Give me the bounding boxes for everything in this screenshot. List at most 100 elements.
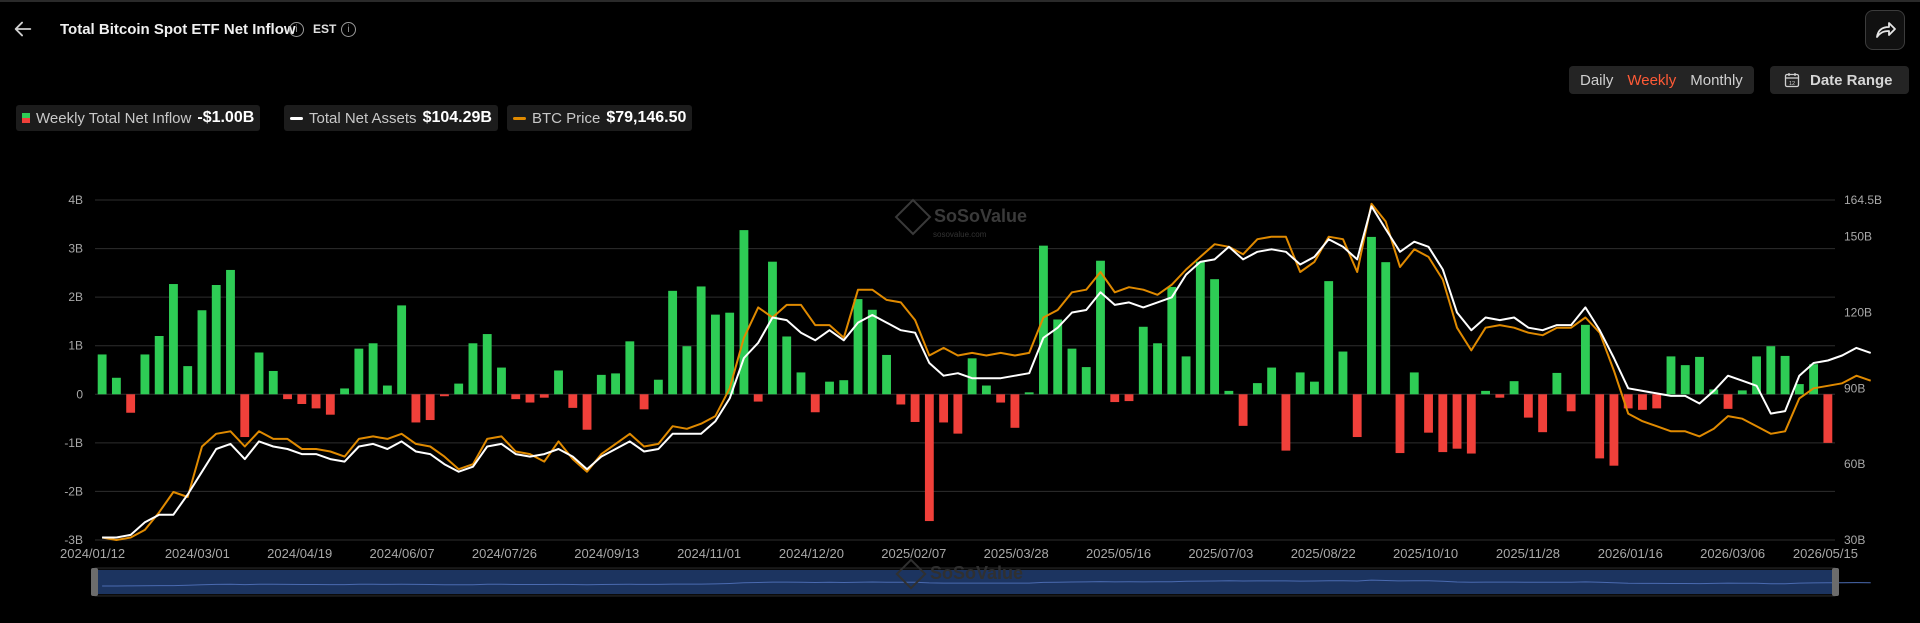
period-monthly[interactable]: Monthly xyxy=(1683,72,1750,89)
inflow-bar xyxy=(411,394,421,423)
inflow-bar xyxy=(839,380,849,395)
inflow-bar xyxy=(753,394,763,402)
info-icon[interactable]: i xyxy=(289,22,304,37)
inflow-bar xyxy=(625,341,635,395)
inflow-bar xyxy=(539,394,549,398)
inflow-bar xyxy=(1609,394,1619,466)
y-left-tick-label: -2B xyxy=(64,484,83,498)
inflow-bar xyxy=(197,310,207,395)
inflow-bar xyxy=(668,290,678,395)
inflow-bar xyxy=(425,394,435,421)
inflow-bar xyxy=(882,354,891,395)
inflow-bar xyxy=(1666,356,1676,395)
inflow-bar xyxy=(1395,394,1405,454)
inflow-bar xyxy=(97,354,107,395)
inflow-bar xyxy=(1523,394,1533,418)
top-border xyxy=(0,0,1920,2)
y-right-tick-label: 164.5B xyxy=(1844,193,1882,207)
inflow-bar xyxy=(340,388,350,395)
navigator-handle-right[interactable] xyxy=(1832,568,1839,596)
inflow-bar xyxy=(1338,351,1348,395)
inflow-bar xyxy=(1737,390,1747,395)
inflow-bar xyxy=(1167,286,1177,395)
inflow-bar xyxy=(1424,394,1433,433)
inflow-bar xyxy=(1310,381,1319,395)
x-tick-label: 2024/11/01 xyxy=(677,546,741,561)
inflow-bar xyxy=(1181,356,1191,395)
inflow-bar xyxy=(1281,394,1291,451)
legend-name: BTC Price xyxy=(532,109,601,127)
inflow-bar xyxy=(226,269,235,395)
inflow-bar xyxy=(1780,355,1790,395)
period-daily[interactable]: Daily xyxy=(1573,72,1620,89)
inflow-bar xyxy=(682,346,692,395)
watermark-text: SoSoValue xyxy=(934,205,1028,226)
legend-btc-price[interactable]: BTC Price $79,146.50 xyxy=(507,105,693,131)
inflow-bar xyxy=(397,305,407,395)
x-tick-label: 2025/11/28 xyxy=(1496,546,1560,561)
inflow-bar xyxy=(283,394,292,400)
inflow-bar xyxy=(154,336,164,395)
x-tick-label: 2025/08/22 xyxy=(1291,546,1356,561)
inflow-bar xyxy=(725,312,735,395)
x-tick-label: 2024/04/19 xyxy=(267,546,332,561)
inflow-bar xyxy=(1195,261,1205,395)
date-range-button[interactable]: 12 Date Range xyxy=(1770,66,1909,94)
inflow-bar xyxy=(1381,262,1391,395)
legend-net-assets[interactable]: Total Net Assets $104.29B xyxy=(284,105,498,131)
y-right-tick-label: 120B xyxy=(1844,305,1872,319)
legend-inflow[interactable]: Weekly Total Net Inflow -$1.00B xyxy=(16,105,261,131)
inflow-bar xyxy=(1652,394,1662,409)
inflow-bar xyxy=(1138,326,1148,395)
inflow-bar xyxy=(1766,346,1776,395)
header-bar: Total Bitcoin Spot ETF Net Inflow i EST … xyxy=(0,10,1920,50)
inflow-bar xyxy=(140,354,150,395)
inflow-bar xyxy=(639,394,649,410)
watermark-logo-icon xyxy=(895,558,927,590)
inflow-bar xyxy=(1481,390,1490,395)
share-button[interactable] xyxy=(1865,10,1905,50)
back-arrow-icon[interactable] xyxy=(12,18,34,40)
inflow-bar xyxy=(126,394,136,413)
legend-value: $79,146.50 xyxy=(606,109,687,126)
x-tick-label: 2025/02/07 xyxy=(881,546,946,561)
share-icon xyxy=(1876,22,1896,38)
x-tick-label: 2024/07/26 xyxy=(472,546,537,561)
inflow-bar xyxy=(1352,394,1362,438)
watermark: SoSoValue sosovalue.com xyxy=(894,198,1028,239)
y-left-tick-label: 3B xyxy=(68,242,83,256)
inflow-bar xyxy=(1096,260,1105,395)
inflow-bar xyxy=(611,373,620,395)
navigator-handle-left[interactable] xyxy=(91,568,98,596)
inflow-bar xyxy=(1110,394,1120,403)
net-assets-swatch xyxy=(290,116,303,120)
x-tick-label: 2026/05/15 xyxy=(1793,546,1858,561)
x-tick-label: 2025/05/16 xyxy=(1086,546,1151,561)
inflow-bar xyxy=(1680,365,1690,395)
inflow-bar xyxy=(454,383,464,395)
page-title: Total Bitcoin Spot ETF Net Inflow xyxy=(60,21,296,38)
inflow-bar xyxy=(311,394,321,409)
watermark-text: SoSoValue xyxy=(930,563,1024,583)
inflow-bar xyxy=(910,394,920,422)
inflow-bar xyxy=(696,286,706,395)
period-selector: Daily Weekly Monthly xyxy=(1569,66,1754,94)
inflow-bar xyxy=(169,284,178,395)
x-tick-label: 2024/09/13 xyxy=(574,546,639,561)
btc-price-swatch xyxy=(513,116,526,120)
inflow-bar xyxy=(240,394,250,438)
inflow-bar xyxy=(582,394,592,430)
legend-value: $104.29B xyxy=(422,109,492,126)
inflow-bar xyxy=(1509,381,1519,395)
timezone-label: EST xyxy=(313,22,337,36)
info-icon[interactable]: i xyxy=(341,22,356,37)
y-right-tick-label: 30B xyxy=(1844,533,1865,547)
svg-text:12: 12 xyxy=(1789,81,1795,87)
inflow-bar xyxy=(825,381,834,395)
y-left-tick-label: 0 xyxy=(76,387,83,401)
inflow-bar xyxy=(1580,324,1590,395)
inflow-bar xyxy=(1695,356,1704,395)
y-left-tick-label: 1B xyxy=(68,339,83,353)
inflow-bar xyxy=(368,343,378,395)
period-weekly[interactable]: Weekly xyxy=(1620,72,1683,89)
